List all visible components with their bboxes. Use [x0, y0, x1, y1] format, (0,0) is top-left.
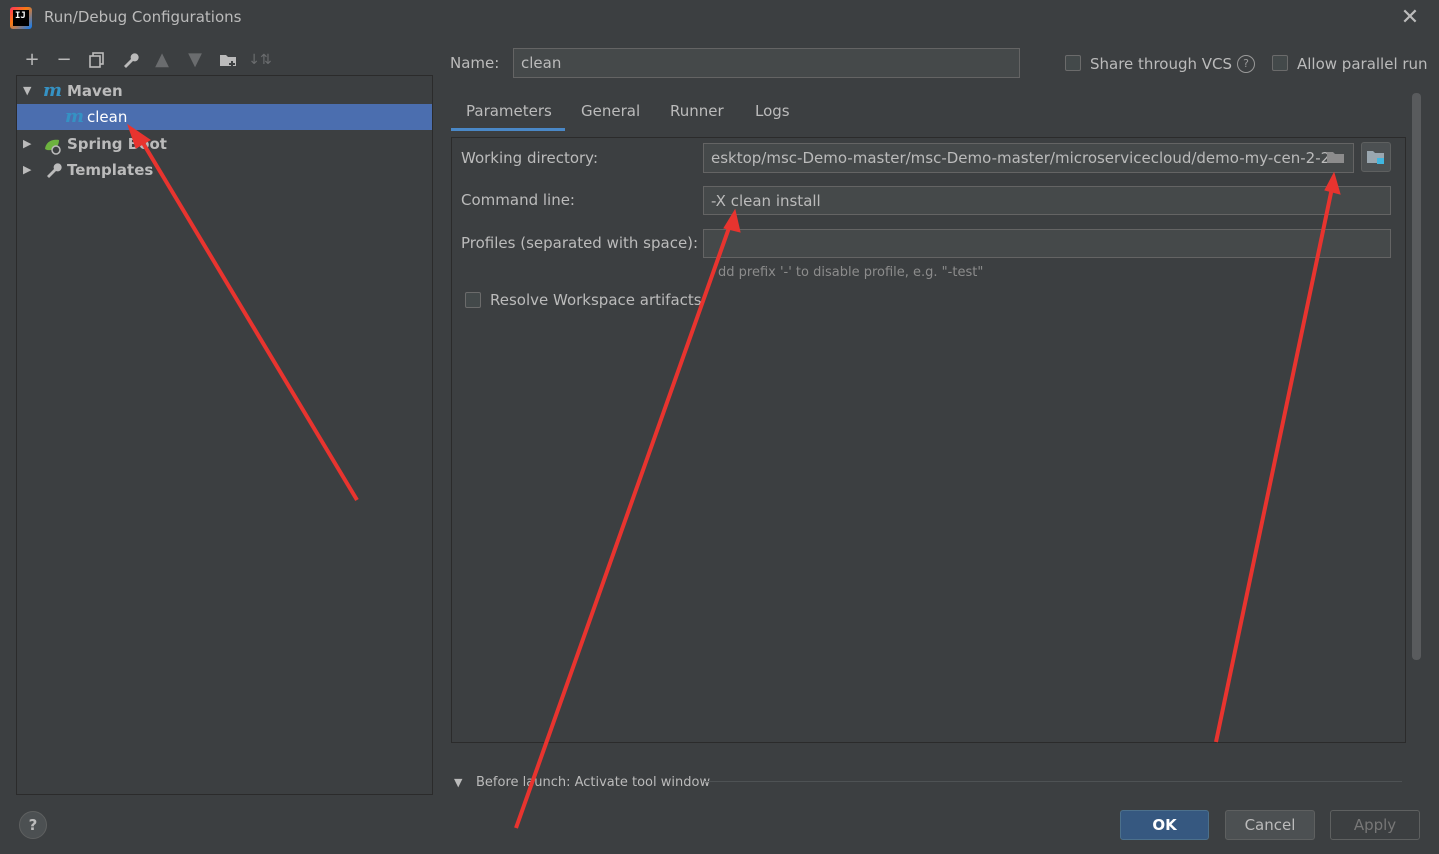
- tree-item-spring-boot[interactable]: ▶ Spring Boot: [17, 131, 432, 157]
- name-label: Name:: [450, 54, 500, 72]
- allow-parallel-label: Allow parallel run: [1297, 55, 1428, 73]
- tree-item-label: Spring Boot: [67, 135, 167, 153]
- profiles-label: Profiles (separated with space):: [461, 234, 699, 252]
- close-icon[interactable]: ✕: [1398, 6, 1422, 30]
- command-line-input[interactable]: -X clean install: [703, 186, 1391, 215]
- help-button[interactable]: ?: [19, 811, 47, 839]
- profiles-hint: dd prefix '-' to disable profile, e.g. "…: [718, 265, 984, 280]
- help-icon[interactable]: ?: [1237, 55, 1255, 73]
- expand-arrow-icon[interactable]: ▶: [23, 157, 31, 183]
- share-vcs-checkbox[interactable]: [1065, 55, 1081, 71]
- cancel-button[interactable]: Cancel: [1225, 810, 1315, 840]
- copy-icon[interactable]: [85, 48, 109, 72]
- configuration-tree: ▼ m Maven m clean ▶ Spring Boot ▶ Templa…: [16, 75, 433, 795]
- allow-parallel-checkbox[interactable]: [1272, 55, 1288, 71]
- tree-item-label: Maven: [67, 82, 123, 100]
- tree-item-templates[interactable]: ▶ Templates: [17, 157, 432, 183]
- maven-icon: m: [65, 106, 85, 127]
- working-directory-input[interactable]: esktop/msc-Demo-master/msc-Demo-master/m…: [703, 143, 1354, 173]
- tree-item-label: Templates: [67, 161, 154, 179]
- maven-icon: m: [43, 80, 63, 101]
- tab-parameters[interactable]: Parameters: [466, 100, 552, 130]
- apply-button[interactable]: Apply: [1330, 810, 1420, 840]
- scrollbar[interactable]: [1412, 93, 1421, 660]
- browse-folder-icon[interactable]: [1326, 149, 1346, 169]
- wrench-icon[interactable]: [118, 48, 142, 72]
- expand-arrow-icon[interactable]: ▶: [23, 131, 31, 157]
- tab-general[interactable]: General: [581, 100, 640, 130]
- macro-folder-button[interactable]: [1361, 142, 1391, 172]
- window-title: Run/Debug Configurations: [44, 8, 242, 26]
- tree-item-label: clean: [87, 108, 128, 126]
- command-line-label: Command line:: [461, 191, 575, 209]
- ok-button[interactable]: OK: [1120, 810, 1209, 840]
- expand-arrow-icon[interactable]: ▼: [23, 78, 31, 104]
- new-folder-icon[interactable]: [216, 48, 240, 72]
- profiles-input[interactable]: [703, 229, 1391, 258]
- parameters-panel: [451, 137, 1406, 743]
- tab-runner[interactable]: Runner: [670, 100, 724, 130]
- active-tab-indicator: [451, 128, 565, 131]
- share-vcs-label: Share through VCS: [1090, 55, 1233, 73]
- wrench-icon: [45, 157, 63, 187]
- tree-item-clean[interactable]: m clean: [17, 104, 432, 130]
- add-icon[interactable]: +: [20, 48, 44, 72]
- divider: [705, 781, 1402, 782]
- working-directory-label: Working directory:: [461, 149, 599, 167]
- move-down-icon[interactable]: ▼: [183, 48, 207, 72]
- intellij-logo-icon: IJ: [10, 7, 32, 29]
- remove-icon[interactable]: −: [52, 48, 76, 72]
- tab-logs[interactable]: Logs: [755, 100, 790, 130]
- resolve-workspace-checkbox[interactable]: [465, 292, 481, 308]
- name-input[interactable]: clean: [513, 48, 1020, 78]
- resolve-workspace-label: Resolve Workspace artifacts: [490, 291, 702, 309]
- tree-item-maven[interactable]: ▼ m Maven: [17, 78, 432, 104]
- move-up-icon[interactable]: ▲: [150, 48, 174, 72]
- before-launch-label[interactable]: Before launch: Activate tool window: [476, 775, 710, 790]
- collapse-arrow-icon[interactable]: ▼: [454, 776, 462, 789]
- sort-icon[interactable]: ↓⇅: [248, 48, 272, 72]
